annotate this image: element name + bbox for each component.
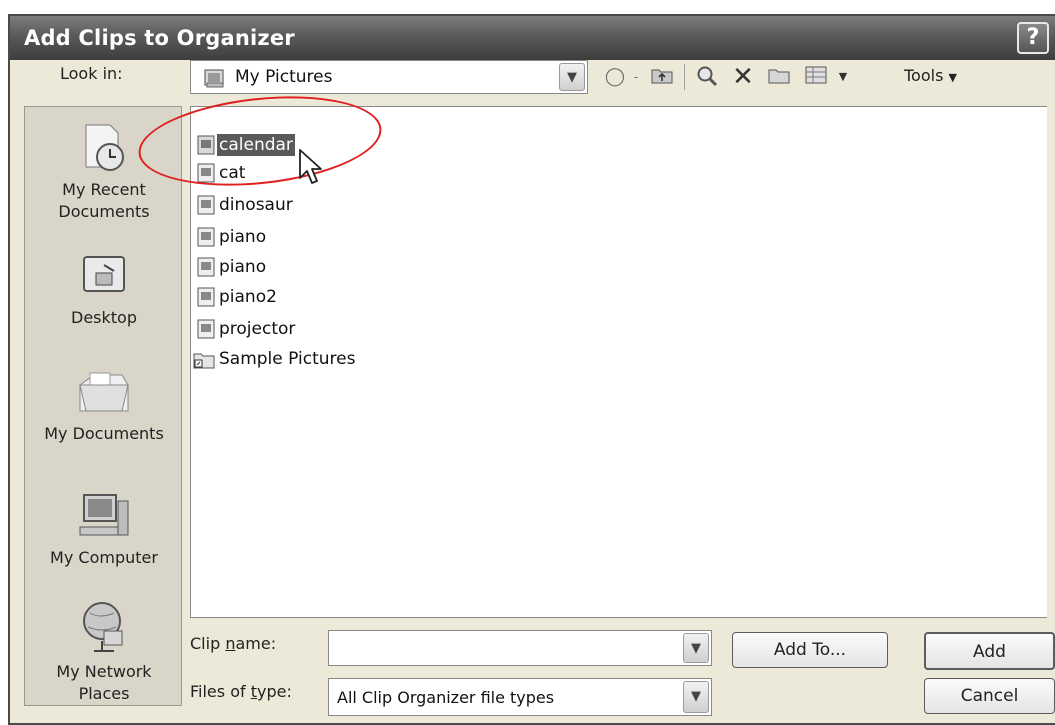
toolbar-separator <box>684 64 685 90</box>
my-computer-icon <box>79 494 129 536</box>
chevron-down-icon[interactable]: ▼ <box>683 681 709 713</box>
chevron-down-icon[interactable]: ▼ <box>559 63 585 91</box>
file-name: piano2 <box>219 287 277 307</box>
files-of-type-select[interactable]: All Clip Organizer file types ▼ <box>328 678 712 716</box>
add-button[interactable]: Add <box>924 632 1055 670</box>
place-desktop[interactable]: Desktop <box>25 247 183 329</box>
views-dropdown-icon[interactable]: ▼ <box>834 64 852 90</box>
title-bar: Add Clips to Organizer ? <box>10 16 1055 60</box>
chevron-down-icon[interactable]: ▼ <box>683 633 709 663</box>
network-places-icon <box>83 602 123 652</box>
files-of-type-value: All Clip Organizer file types <box>337 688 555 707</box>
add-to-button[interactable]: Add To... <box>732 632 888 668</box>
place-label: My Recent Documents <box>58 180 150 221</box>
place-my-documents[interactable]: My Documents <box>25 363 183 445</box>
file-item-projector[interactable]: projector <box>197 317 297 341</box>
look-in-value: My Pictures <box>235 67 333 87</box>
my-documents-icon <box>79 372 129 412</box>
file-name: piano <box>219 257 267 277</box>
pictures-folder-icon <box>203 67 227 93</box>
label-text: Clip <box>190 634 226 653</box>
file-item-piano[interactable]: piano <box>197 255 268 279</box>
files-of-type-label: Files of type: <box>190 682 292 701</box>
folder-shortcut-icon <box>193 353 215 369</box>
place-label: Desktop <box>71 308 137 327</box>
image-file-icon <box>197 195 215 215</box>
place-my-computer[interactable]: My Computer <box>25 487 183 569</box>
file-name: dinosaur <box>219 195 293 215</box>
recent-documents-icon <box>85 124 124 171</box>
look-in-label: Look in: <box>60 64 123 83</box>
desktop-icon <box>83 256 125 292</box>
image-file-icon <box>197 257 215 277</box>
image-file-icon <box>197 287 215 307</box>
file-name: piano <box>219 227 267 247</box>
file-name: Sample Pictures <box>219 349 356 369</box>
label-accesskey: n <box>225 634 236 653</box>
file-item-dinosaur[interactable]: dinosaur <box>197 193 295 217</box>
label-text: ame: <box>235 634 277 653</box>
tools-label: Tools <box>904 66 944 85</box>
file-item-piano[interactable]: piano <box>197 225 268 249</box>
mouse-pointer-icon <box>299 149 322 184</box>
file-name: projector <box>219 319 296 339</box>
help-button[interactable]: ? <box>1017 22 1049 54</box>
place-label: My Network Places <box>56 662 152 703</box>
clip-name-label: Clip name: <box>190 634 276 653</box>
label-text: ype: <box>256 682 292 701</box>
back-dropdown-icon[interactable]: - <box>628 64 644 90</box>
tools-menu[interactable]: Tools ▼ <box>904 66 957 85</box>
back-icon[interactable]: ◯ <box>602 64 628 90</box>
look-in-dropdown[interactable]: My Pictures ▼ <box>190 60 588 94</box>
file-item-piano2[interactable]: piano2 <box>197 285 279 309</box>
views-icon[interactable] <box>800 64 834 90</box>
clip-name-input[interactable]: ▼ <box>328 630 712 666</box>
image-file-icon <box>197 227 215 247</box>
place-my-network-places[interactable]: My Network Places <box>25 597 183 705</box>
places-bar: My Recent Documents Desktop My Documents… <box>24 106 182 706</box>
window-title: Add Clips to Organizer <box>24 26 295 50</box>
label-text: Files of <box>190 682 251 701</box>
place-label: My Documents <box>44 424 164 443</box>
search-web-icon[interactable] <box>692 64 722 90</box>
image-file-icon <box>197 319 215 339</box>
file-item-sample-pictures[interactable]: Sample Pictures <box>193 347 357 371</box>
cancel-button[interactable]: Cancel <box>924 678 1055 714</box>
new-folder-icon[interactable] <box>764 64 794 90</box>
up-folder-icon[interactable] <box>648 64 676 90</box>
delete-icon[interactable]: ✕ <box>728 64 758 90</box>
place-label: My Computer <box>50 548 158 567</box>
tools-dropdown-icon: ▼ <box>948 71 957 84</box>
